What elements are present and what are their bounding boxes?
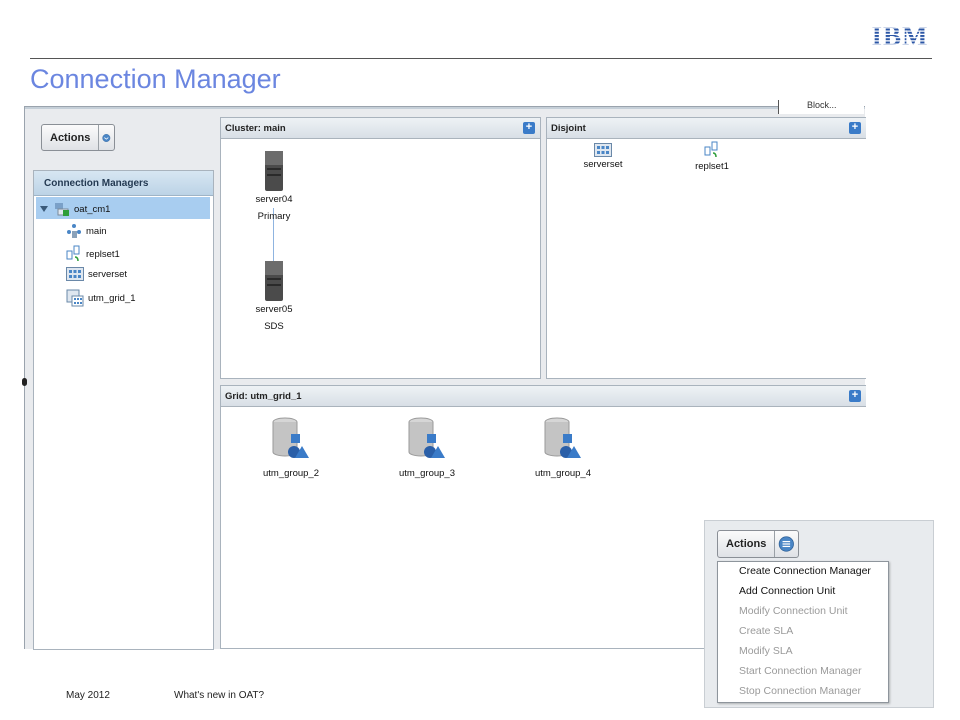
grid-icon xyxy=(66,289,84,307)
add-icon[interactable]: + xyxy=(849,390,861,402)
menu-item-create-connection-manager[interactable]: Create Connection Manager xyxy=(739,565,871,577)
actions-menu-button-label: Actions xyxy=(718,531,776,557)
grid-group-utm-group-2[interactable]: utm_group_2 xyxy=(251,416,331,479)
cluster-node-server04[interactable]: server04 Primary xyxy=(243,150,305,222)
actions-menu-inset: Actions Create Connection Manager Add Co… xyxy=(704,520,934,708)
tree-item-label: oat_cm1 xyxy=(74,203,111,215)
server-icon xyxy=(265,261,283,301)
cluster-node-server05[interactable]: server05 SDS xyxy=(243,260,305,332)
actions-dropdown-menu: Create Connection Manager Add Connection… xyxy=(717,561,889,703)
menu-circle-icon xyxy=(779,536,795,552)
group-name: utm_group_4 xyxy=(535,468,591,479)
menu-item-add-connection-unit[interactable]: Add Connection Unit xyxy=(739,585,835,597)
connection-managers-panel: Connection Managers oat_cm1 main replset… xyxy=(33,170,214,650)
cluster-panel: Cluster: main + server04 Primary server0… xyxy=(220,117,541,379)
tree-item-replset1[interactable]: replset1 xyxy=(66,245,120,263)
node-name: serverset xyxy=(583,159,623,170)
replset-icon xyxy=(66,245,80,262)
footer-date: May 2012 xyxy=(66,690,110,701)
menu-item-create-sla[interactable]: Create SLA xyxy=(739,625,793,637)
node-role: SDS xyxy=(264,321,284,332)
tree-item-label: main xyxy=(86,225,107,237)
disjoint-node-serverset[interactable]: serverset xyxy=(575,143,631,170)
group-name: utm_group_2 xyxy=(263,468,319,479)
tree-item-main[interactable]: main xyxy=(66,223,107,239)
add-icon[interactable]: + xyxy=(849,122,861,134)
serverset-icon xyxy=(594,143,612,157)
cluster-panel-title: Cluster: main xyxy=(225,122,286,134)
slide-title: Connection Manager xyxy=(30,64,281,94)
node-role: Primary xyxy=(257,211,291,222)
menu-item-modify-connection-unit[interactable]: Modify Connection Unit xyxy=(739,605,848,617)
tree-item-serverset[interactable]: serverset xyxy=(66,267,127,281)
actions-button[interactable]: Actions xyxy=(41,124,115,151)
menu-item-stop-connection-manager[interactable]: Stop Connection Manager xyxy=(739,685,861,697)
actions-menu-button[interactable]: Actions xyxy=(717,530,799,558)
tree-item-oat-cm1[interactable]: oat_cm1 xyxy=(40,201,110,217)
group-database-icon xyxy=(408,417,445,458)
server-icon xyxy=(265,151,283,191)
dropdown-circle-icon xyxy=(102,133,111,142)
disjoint-panel: Disjoint + serverset replset1 xyxy=(546,117,866,379)
node-name: replset1 xyxy=(695,161,729,172)
add-icon[interactable]: + xyxy=(523,122,535,134)
node-name: server05 xyxy=(255,304,293,315)
tree-item-label: replset1 xyxy=(86,248,120,260)
disjoint-panel-title: Disjoint xyxy=(551,122,586,134)
menu-item-modify-sla[interactable]: Modify SLA xyxy=(739,645,793,657)
bullet-dot xyxy=(22,378,27,386)
group-database-icon xyxy=(272,417,309,458)
connection-manager-icon xyxy=(55,203,69,216)
connection-managers-header: Connection Managers xyxy=(34,171,213,196)
expand-triangle-icon xyxy=(40,206,48,212)
disjoint-panel-header: Disjoint + xyxy=(547,118,866,139)
ibm-logo-text: IBM xyxy=(872,22,929,48)
group-name: utm_group_3 xyxy=(399,468,455,479)
actions-label: Actions xyxy=(42,125,100,150)
cluster-icon xyxy=(67,224,81,238)
group-database-icon xyxy=(544,417,581,458)
header-rule xyxy=(30,58,932,59)
tree-item-utm-grid-1[interactable]: utm_grid_1 xyxy=(66,289,136,307)
replset-icon xyxy=(704,141,718,158)
grid-panel-title: Grid: utm_grid_1 xyxy=(225,390,302,402)
grid-group-utm-group-3[interactable]: utm_group_3 xyxy=(387,416,467,479)
tree-item-label: serverset xyxy=(88,268,128,280)
ibm-logo: IBM xyxy=(872,22,929,48)
top-strip xyxy=(25,107,865,109)
grid-group-utm-group-4[interactable]: utm_group_4 xyxy=(523,416,603,479)
node-name: server04 xyxy=(255,194,293,205)
disjoint-node-replset1[interactable]: replset1 xyxy=(684,141,740,172)
grid-panel-header: Grid: utm_grid_1 + xyxy=(221,386,866,407)
cutoff-fragment: Block... xyxy=(778,100,864,114)
menu-item-start-connection-manager[interactable]: Start Connection Manager xyxy=(739,665,862,677)
tree-item-label: utm_grid_1 xyxy=(88,292,136,304)
footer-text: What's new in OAT? xyxy=(174,690,265,701)
serverset-icon xyxy=(66,267,84,281)
cluster-panel-header: Cluster: main + xyxy=(221,118,540,139)
